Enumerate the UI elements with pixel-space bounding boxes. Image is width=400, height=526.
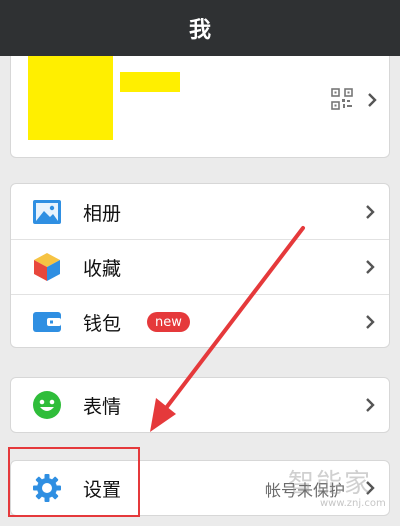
watermark-logo: 智能家: [288, 469, 373, 499]
menu-item-label: 表情: [83, 395, 122, 418]
top-nav-bar: 我: [0, 0, 400, 56]
avatar-redacted: [28, 56, 113, 140]
chevron-right-icon: [366, 260, 375, 274]
smiley-icon: [31, 389, 63, 421]
menu-item-label: 钱包: [83, 312, 122, 335]
wallet-icon: [31, 306, 63, 338]
page-title: 我: [188, 18, 211, 43]
chevron-right-icon: [366, 205, 375, 219]
menu-item-favorites[interactable]: 收藏: [11, 240, 389, 294]
menu-item-wallet[interactable]: 钱包 new: [11, 295, 389, 349]
chevron-right-icon: [368, 93, 377, 107]
chevron-right-icon: [366, 398, 375, 412]
stickers-card: 表情: [10, 377, 390, 433]
services-card: 相册 收藏 钱包 new: [10, 183, 390, 348]
highlight-box: [8, 447, 140, 517]
photo-album-icon: [31, 196, 63, 228]
menu-item-label: 收藏: [83, 257, 122, 280]
profile-card[interactable]: [10, 56, 390, 158]
menu-item-label: 相册: [83, 202, 122, 225]
watermark-url: www.znj.com: [320, 498, 386, 509]
new-badge: new: [147, 312, 190, 332]
favorites-cube-icon: [31, 251, 63, 283]
menu-item-stickers[interactable]: 表情: [11, 378, 389, 432]
menu-item-album[interactable]: 相册: [11, 185, 389, 239]
username-redacted: [120, 72, 180, 92]
chevron-right-icon: [366, 315, 375, 329]
qr-code-icon[interactable]: [331, 88, 353, 110]
